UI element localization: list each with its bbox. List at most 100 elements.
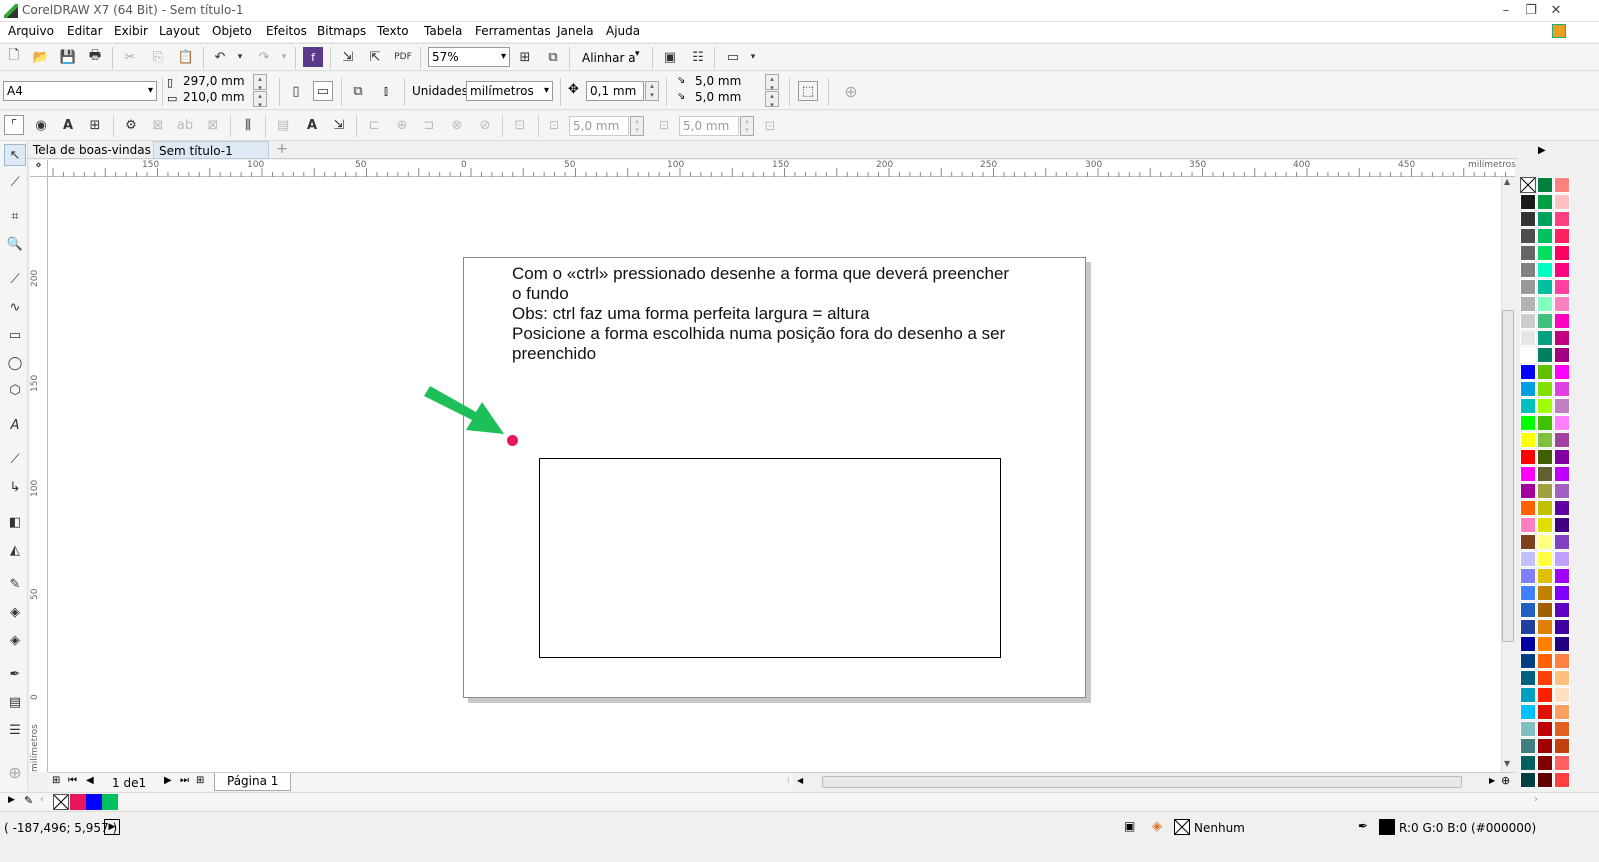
palette-swatch[interactable] bbox=[1554, 415, 1570, 431]
export-icon[interactable]: ⇱ bbox=[365, 47, 385, 67]
import-icon[interactable]: ⇲ bbox=[338, 47, 358, 67]
outline-pen-icon[interactable]: ✒ bbox=[1358, 819, 1368, 833]
menu-arquivo[interactable]: Arquivo bbox=[8, 24, 54, 38]
settings-gear-icon[interactable]: ⚙ bbox=[121, 115, 141, 135]
duplicate-x-input[interactable]: 5,0 mm bbox=[692, 74, 764, 90]
align-right-icon[interactable]: ⊐ bbox=[419, 115, 439, 135]
resize-icon[interactable]: ⇲ bbox=[329, 115, 349, 135]
align-to-button[interactable]: Alinhar a bbox=[582, 51, 636, 65]
palette-swatch[interactable] bbox=[1554, 772, 1570, 788]
palette-swatch[interactable] bbox=[1554, 194, 1570, 210]
current-page-icon[interactable]: ⫾ bbox=[376, 81, 396, 101]
palette-swatch[interactable] bbox=[1520, 500, 1536, 516]
palette-swatch[interactable] bbox=[1554, 313, 1570, 329]
palette-swatch[interactable] bbox=[1537, 194, 1553, 210]
connector-tool-icon[interactable]: ↳ bbox=[4, 476, 26, 498]
disabled-tool-4-icon[interactable]: ▤ bbox=[273, 115, 293, 135]
palette-swatch[interactable] bbox=[1554, 602, 1570, 618]
palette-swatch[interactable] bbox=[1520, 262, 1536, 278]
palette-swatch[interactable] bbox=[1554, 721, 1570, 737]
menu-bitmaps[interactable]: Bitmaps bbox=[317, 24, 366, 38]
menu-editar[interactable]: Editar bbox=[67, 24, 103, 38]
print-icon[interactable]: 🖶 bbox=[85, 47, 105, 67]
fill-none-swatch[interactable] bbox=[1174, 819, 1190, 835]
smart-fill-tool-icon[interactable]: ◈ bbox=[4, 629, 26, 651]
palette-swatch[interactable] bbox=[1554, 211, 1570, 227]
palette-swatch[interactable] bbox=[1537, 177, 1553, 193]
align-dropdown-icon[interactable]: ▾ bbox=[635, 49, 640, 59]
palette-swatch[interactable] bbox=[1554, 398, 1570, 414]
open-icon[interactable]: 📂 bbox=[31, 47, 51, 67]
palette-swatch[interactable] bbox=[1520, 704, 1536, 720]
palette-swatch[interactable] bbox=[1537, 704, 1553, 720]
ellipse-tool-icon[interactable]: ◯ bbox=[4, 352, 26, 374]
tab-welcome[interactable]: Tela de boas-vindas bbox=[28, 141, 156, 159]
scroll-right-icon[interactable]: ▶ bbox=[1489, 776, 1495, 785]
disabled-tool-5-icon[interactable]: ⊡ bbox=[510, 115, 530, 135]
palette-swatch[interactable] bbox=[1537, 738, 1553, 754]
fill-dialog-icon[interactable]: ▤ bbox=[4, 691, 26, 713]
duplicate-y-input[interactable]: 5,0 mm bbox=[692, 90, 764, 106]
ruler-origin-icon[interactable]: ⋄ bbox=[30, 160, 48, 177]
palette-swatch[interactable] bbox=[1520, 568, 1536, 584]
page-size-select[interactable]: A4 bbox=[3, 81, 157, 101]
palette-swatch[interactable] bbox=[1554, 704, 1570, 720]
palette-swatch[interactable] bbox=[1554, 364, 1570, 380]
nudge-spinner[interactable]: ▴ ▾ bbox=[645, 81, 659, 101]
vertical-ruler[interactable]: 200 150 100 50 0 milímetros bbox=[30, 177, 48, 772]
horizontal-scroll-thumb[interactable] bbox=[822, 776, 1462, 788]
zoom-select[interactable]: 57% bbox=[428, 47, 510, 67]
hsplit-handle[interactable]: ⁞ bbox=[787, 776, 790, 785]
palette-swatch[interactable] bbox=[1554, 449, 1570, 465]
fill-bucket-icon[interactable]: ◈ bbox=[1152, 819, 1162, 834]
palette-swatch[interactable] bbox=[1554, 279, 1570, 295]
transform-icon[interactable]: ⊘ bbox=[475, 115, 495, 135]
palette-swatch[interactable] bbox=[1537, 381, 1553, 397]
palette-swatch[interactable] bbox=[1537, 364, 1553, 380]
horizontal-ruler[interactable]: 150 100 50 0 50 100 150 200 250 300 350 … bbox=[48, 160, 1516, 177]
palette-swatch[interactable] bbox=[1554, 228, 1570, 244]
save-icon[interactable]: 💾 bbox=[58, 47, 78, 67]
doc-swatch-pink[interactable] bbox=[70, 794, 86, 810]
rectangle-tool-icon[interactable]: ▭ bbox=[4, 324, 26, 346]
palette-swatch[interactable] bbox=[1520, 313, 1536, 329]
interactive-fill-tool-icon[interactable]: ◈ bbox=[4, 601, 26, 623]
page-height-input[interactable]: 210,0 mm bbox=[180, 90, 252, 106]
vertical-scroll-thumb[interactable] bbox=[1502, 310, 1514, 642]
palette-swatch[interactable] bbox=[1554, 687, 1570, 703]
palette-swatch[interactable] bbox=[1520, 228, 1536, 244]
palette-swatch[interactable] bbox=[1537, 483, 1553, 499]
palette-swatch[interactable] bbox=[1520, 670, 1536, 686]
palette-swatch[interactable] bbox=[1520, 551, 1536, 567]
palette-swatch[interactable] bbox=[1554, 568, 1570, 584]
doc-swatch-green[interactable] bbox=[102, 794, 118, 810]
menu-exibir[interactable]: Exibir bbox=[114, 24, 148, 38]
palette-swatch[interactable] bbox=[1554, 245, 1570, 261]
offset-input-2[interactable]: 5,0 mm bbox=[679, 116, 739, 136]
launch-dropdown-icon[interactable]: ▾ bbox=[743, 47, 763, 67]
menu-layout[interactable]: Layout bbox=[159, 24, 200, 38]
palette-swatch[interactable] bbox=[1554, 483, 1570, 499]
palette-swatch[interactable] bbox=[1520, 466, 1536, 482]
copy-icon[interactable]: ⎘ bbox=[148, 47, 168, 67]
palette-swatch[interactable] bbox=[1520, 483, 1536, 499]
last-page-icon[interactable]: ⏭ bbox=[180, 775, 189, 786]
palette-swatch[interactable] bbox=[1537, 500, 1553, 516]
distribute-icon[interactable]: ⊗ bbox=[447, 115, 467, 135]
palette-swatch[interactable] bbox=[1537, 670, 1553, 686]
paste-icon[interactable]: 📋 bbox=[176, 47, 196, 67]
add-tool-icon[interactable]: ⊕ bbox=[4, 761, 26, 783]
palette-swatch[interactable] bbox=[1537, 279, 1553, 295]
palette-swatch[interactable] bbox=[1554, 296, 1570, 312]
instruction-text[interactable]: Com o «ctrl» pressionado desenhe a forma… bbox=[512, 264, 1052, 364]
new-document-icon[interactable]: 🗋 bbox=[4, 47, 24, 67]
redo-dropdown-icon[interactable]: ▾ bbox=[274, 47, 294, 67]
grid-icon[interactable]: ⊞ bbox=[85, 115, 105, 135]
tab-document[interactable]: Sem título-1 bbox=[153, 141, 269, 159]
palette-swatch[interactable] bbox=[1520, 381, 1536, 397]
palette-swatch[interactable] bbox=[1537, 347, 1553, 363]
prev-page-icon[interactable]: ◀ bbox=[86, 775, 94, 786]
palette-swatch[interactable] bbox=[1554, 177, 1570, 193]
undo-dropdown-icon[interactable]: ▾ bbox=[230, 47, 250, 67]
palette-swatch[interactable] bbox=[1537, 262, 1553, 278]
